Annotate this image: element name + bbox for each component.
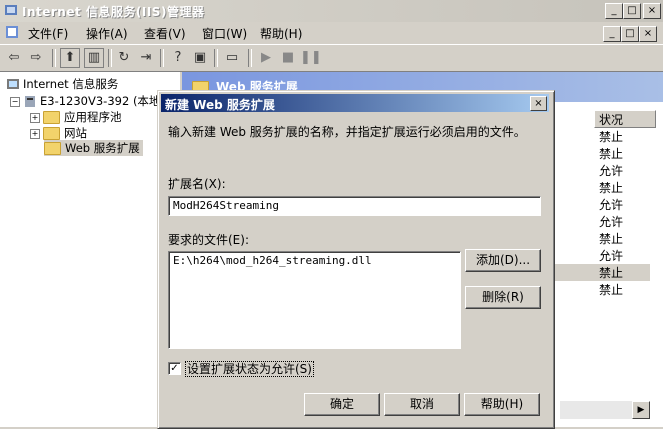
tree-pane: Internet 信息服务 − E3-1230V3-392 (本地 + 应用程序池 … — [0, 72, 182, 427]
expand-icon[interactable]: + — [30, 112, 40, 123]
collapse-icon[interactable]: − — [10, 96, 20, 107]
menu-file[interactable]: 文件(F) — [28, 25, 68, 42]
window-title: Internet 信息服务(IIS)管理器 — [22, 5, 205, 19]
help-button[interactable]: 帮助(H) — [464, 393, 540, 416]
ext-name-input[interactable]: ModH264Streaming — [168, 196, 541, 216]
minimize-button[interactable]: _ — [605, 3, 623, 19]
scroll-right-icon[interactable]: ▶ — [632, 401, 650, 419]
status-cell[interactable]: 允许 — [599, 213, 623, 230]
dialog-titlebar: 新建 Web 服务扩展 × — [161, 94, 549, 112]
add-button[interactable]: 添加(D)... — [465, 249, 541, 272]
computer-icon[interactable]: ▭ — [222, 48, 242, 68]
status-cell[interactable]: 禁止 — [553, 264, 650, 281]
properties-icon[interactable]: ▣ — [190, 48, 210, 68]
menu-view[interactable]: 查看(V) — [144, 25, 186, 42]
toolbar-separator — [52, 49, 56, 67]
allow-status-checkbox[interactable]: ✓ — [168, 362, 181, 375]
status-cell[interactable]: 允许 — [599, 162, 623, 179]
tree-item-label: 应用程序池 — [64, 110, 122, 124]
status-cell[interactable]: 禁止 — [599, 179, 623, 196]
tree-item-label: 网站 — [64, 126, 87, 140]
status-cell[interactable]: 允许 — [599, 247, 623, 264]
remove-button[interactable]: 删除(R) — [465, 286, 541, 309]
refresh-icon[interactable]: ↻ — [114, 48, 134, 68]
menu-help[interactable]: 帮助(H) — [260, 25, 302, 42]
close-button[interactable]: × — [643, 3, 661, 19]
tree-root[interactable]: Internet 信息服务 — [6, 76, 118, 92]
file-list-item[interactable]: E:\h264\mod_h264_streaming.dll — [173, 254, 456, 267]
iis-root-icon — [7, 79, 19, 89]
dialog-instruction: 输入新建 Web 服务扩展的名称，并指定扩展运行必须启用的文件。 — [168, 125, 526, 139]
dialog-close-button[interactable]: × — [530, 96, 547, 111]
export-list-icon[interactable]: ⇥ — [136, 48, 156, 68]
cancel-button[interactable]: 取消 — [384, 393, 460, 416]
maximize-button[interactable]: □ — [623, 3, 641, 19]
toolbar-separator — [214, 49, 218, 67]
required-files-label: 要求的文件(E): — [168, 233, 249, 247]
tree-item-web-extensions[interactable]: Web 服务扩展 — [44, 140, 143, 156]
forward-arrow-icon[interactable]: ⇨ — [26, 48, 46, 68]
child-minimize-button[interactable]: _ — [603, 26, 621, 42]
required-files-list[interactable]: E:\h264\mod_h264_streaming.dll — [168, 251, 461, 349]
child-restore-button[interactable]: □ — [621, 26, 639, 42]
stop-icon[interactable]: ■ — [278, 48, 298, 68]
dialog-title: 新建 Web 服务扩展 — [165, 98, 275, 112]
menubar: 文件(F) 操作(A) 查看(V) 窗口(W) 帮助(H) _ □ × — [0, 22, 663, 43]
ext-name-label: 扩展名(X): — [168, 177, 226, 191]
play-icon[interactable]: ▶ — [256, 48, 276, 68]
up-folder-icon[interactable]: ⬆ — [60, 48, 80, 68]
child-close-button[interactable]: × — [639, 26, 657, 42]
iis-app-icon — [5, 5, 17, 15]
pause-icon[interactable]: ❚❚ — [300, 48, 322, 68]
back-arrow-icon[interactable]: ⇦ — [4, 48, 24, 68]
folder-icon — [43, 127, 60, 140]
folder-icon — [43, 111, 60, 124]
help-icon[interactable]: ? — [168, 48, 188, 68]
ok-button[interactable]: 确定 — [304, 393, 380, 416]
toolbar-separator — [160, 49, 164, 67]
mmc-doc-icon[interactable] — [5, 25, 19, 39]
toolbar: ⇦ ⇨ ⬆ ▥ ↻ ⇥ ? ▣ ▭ ▶ ■ ❚❚ — [0, 44, 663, 72]
toolbar-separator — [108, 49, 112, 67]
status-cell[interactable]: 禁止 — [599, 230, 623, 247]
expand-icon[interactable]: + — [30, 128, 40, 139]
menu-window[interactable]: 窗口(W) — [202, 25, 247, 42]
tree-server[interactable]: − E3-1230V3-392 (本地 — [10, 93, 160, 109]
horizontal-scrollbar[interactable]: ▶ — [560, 401, 650, 419]
tree-server-label: E3-1230V3-392 (本地 — [40, 94, 161, 108]
tree-item-websites[interactable]: + 网站 — [30, 125, 87, 141]
status-cell[interactable]: 禁止 — [599, 281, 623, 298]
new-web-extension-dialog: 新建 Web 服务扩展 × 输入新建 Web 服务扩展的名称，并指定扩展运行必须… — [157, 90, 555, 429]
menu-action[interactable]: 操作(A) — [86, 25, 128, 42]
show-tree-icon[interactable]: ▥ — [84, 48, 104, 68]
main-titlebar: Internet 信息服务(IIS)管理器 _ □ × — [0, 0, 663, 23]
status-cell[interactable]: 禁止 — [599, 128, 623, 145]
server-icon — [25, 96, 35, 107]
status-cell[interactable]: 禁止 — [599, 145, 623, 162]
tree-root-label: Internet 信息服务 — [23, 77, 119, 91]
tree-item-label: Web 服务扩展 — [65, 141, 140, 155]
toolbar-separator — [248, 49, 252, 67]
status-cell[interactable]: 允许 — [599, 196, 623, 213]
allow-status-label[interactable]: 设置扩展状态为允许(S) — [185, 361, 314, 377]
status-column-header[interactable]: 状况 — [594, 110, 656, 128]
tree-item-app-pools[interactable]: + 应用程序池 — [30, 109, 122, 125]
folder-icon — [44, 142, 61, 155]
